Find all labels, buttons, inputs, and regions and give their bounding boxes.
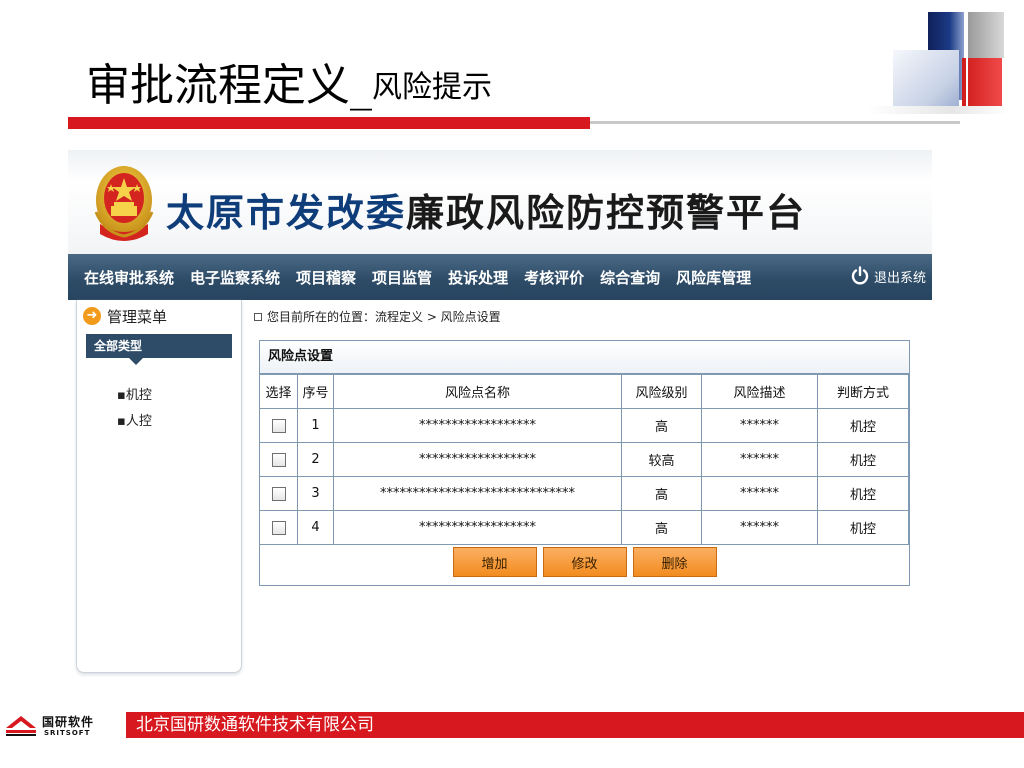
corner-decoration-grey [968,12,1004,58]
logout-button[interactable]: 退出系统 [850,266,926,286]
col-judge-method: 判断方式 [817,374,909,409]
add-button[interactable]: 增加 [452,547,537,577]
sidebar-item-label: 人控 [125,414,152,429]
row-risk-desc: ****** [701,510,818,545]
slide-title-main: 审批流程定义_ [86,60,372,111]
nav-online-approval[interactable]: 在线审批系统 [84,267,174,288]
row-risk-desc: ****** [701,476,818,511]
table-row: 1 ****************** 高 ****** 机控 [259,408,909,443]
action-buttons: 增加 修改 删除 [260,545,909,579]
row-judge-method: 机控 [817,476,909,511]
national-emblem-icon [94,166,154,241]
table-row: 3 ****************************** 高 *****… [259,476,909,511]
company-logo: 国研软件 SRITSOFT [0,708,124,742]
row-risk-desc: ****** [701,408,818,443]
col-risk-name: 风险点名称 [333,374,622,409]
breadcrumb: 您目前所在的位置：流程定义 > 风险点设置 [254,308,501,325]
panel-title: 风险点设置 [260,341,909,374]
logo-chinese-text: 国研软件 [42,715,95,729]
title-rule [68,117,590,129]
sidebar-item-human-control[interactable]: ▪人控 [117,410,152,429]
corner-decoration-pale [893,50,959,106]
row-risk-desc: ****** [701,442,818,477]
col-risk-level: 风险级别 [621,374,702,409]
row-risk-name: ****************** [333,442,622,477]
sidebar-header: ➜ 管理菜单 [83,302,167,330]
title-rule-grey [590,121,960,124]
row-risk-level: 高 [621,510,702,545]
sritsoft-logo-icon [6,716,36,736]
row-judge-method: 机控 [817,408,909,443]
row-checkbox[interactable] [271,418,286,433]
row-select-cell [259,408,298,443]
table-row: 2 ****************** 较高 ****** 机控 [259,442,909,477]
main-content: ➜ 管理菜单 全部类型 ▪机控 ▪人控 您目前所在的位置：流程定义 > 风险点设… [68,300,932,680]
footer-company: 北京国研数通软件技术有限公司 [136,715,374,735]
app-screenshot: 太原市发改委廉政风险防控预警平台 在线审批系统 电子监察系统 项目稽察 项目监管… [68,150,932,680]
slide-title-sub: 风险提示 [372,70,492,105]
row-checkbox[interactable] [271,486,286,501]
category-notch [129,358,143,365]
corner-decoration-line [966,0,968,112]
table-row: 4 ****************** 高 ****** 机控 [259,510,909,545]
col-number: 序号 [297,374,334,409]
row-risk-name: ****************************** [333,476,622,511]
slide-title: 审批流程定义_ 风险提示 [86,52,492,112]
edit-button[interactable]: 修改 [542,547,627,577]
corner-decoration-red [962,58,1002,106]
row-select-cell [259,510,298,545]
nav-e-supervision[interactable]: 电子监察系统 [190,267,280,288]
row-number: 1 [297,408,334,443]
sidebar-item-label: 机控 [125,388,152,403]
app-banner: 太原市发改委廉政风险防控预警平台 [68,150,932,254]
nav-complaint-handling[interactable]: 投诉处理 [448,267,508,288]
sidebar-item-machine-control[interactable]: ▪机控 [117,384,152,403]
breadcrumb-square-icon [254,312,262,321]
row-select-cell [259,476,298,511]
row-judge-method: 机控 [817,510,909,545]
risk-point-table: 选择 序号 风险点名称 风险级别 风险描述 判断方式 1 ***********… [259,374,909,545]
banner-title-platform: 廉政风险防控预警平台 [406,191,807,235]
row-select-cell [259,442,298,477]
row-risk-name: ****************** [333,510,622,545]
row-judge-method: 机控 [817,442,909,477]
row-number: 4 [297,510,334,545]
logo-english-text: SRITSOFT [44,729,91,737]
corner-decoration-shadow [868,106,1008,114]
logout-label: 退出系统 [873,270,926,286]
row-risk-level: 较高 [621,442,702,477]
delete-button[interactable]: 删除 [632,547,717,577]
breadcrumb-text: 您目前所在的位置：流程定义 > 风险点设置 [267,310,501,324]
row-number: 2 [297,442,334,477]
nav-assessment[interactable]: 考核评价 [524,267,584,288]
sidebar: ➜ 管理菜单 全部类型 ▪机控 ▪人控 [76,300,242,673]
nav-project-audit[interactable]: 项目稽察 [296,267,356,288]
arrow-right-icon: ➜ [83,307,101,325]
col-risk-desc: 风险描述 [701,374,818,409]
top-nav: 在线审批系统 电子监察系统 项目稽察 项目监管 投诉处理 考核评价 综合查询 风… [68,254,932,300]
nav-risk-library[interactable]: 风险库管理 [676,267,751,288]
power-icon [851,266,869,285]
app-banner-title: 太原市发改委廉政风险防控预警平台 [166,182,806,237]
nav-project-monitoring[interactable]: 项目监管 [372,267,432,288]
banner-title-org: 太原市发改委 [166,191,407,235]
category-all[interactable]: 全部类型 [86,334,232,358]
row-risk-name: ****************** [333,408,622,443]
nav-query[interactable]: 综合查询 [600,267,660,288]
col-select: 选择 [259,374,298,409]
row-checkbox[interactable] [271,520,286,535]
row-risk-level: 高 [621,476,702,511]
table-header-row: 选择 序号 风险点名称 风险级别 风险描述 判断方式 [259,374,909,409]
row-risk-level: 高 [621,408,702,443]
risk-point-panel: 风险点设置 选择 序号 风险点名称 风险级别 风险描述 判断方式 1 *****… [259,340,910,586]
row-number: 3 [297,476,334,511]
row-checkbox[interactable] [271,452,286,467]
sidebar-title: 管理菜单 [107,307,168,326]
